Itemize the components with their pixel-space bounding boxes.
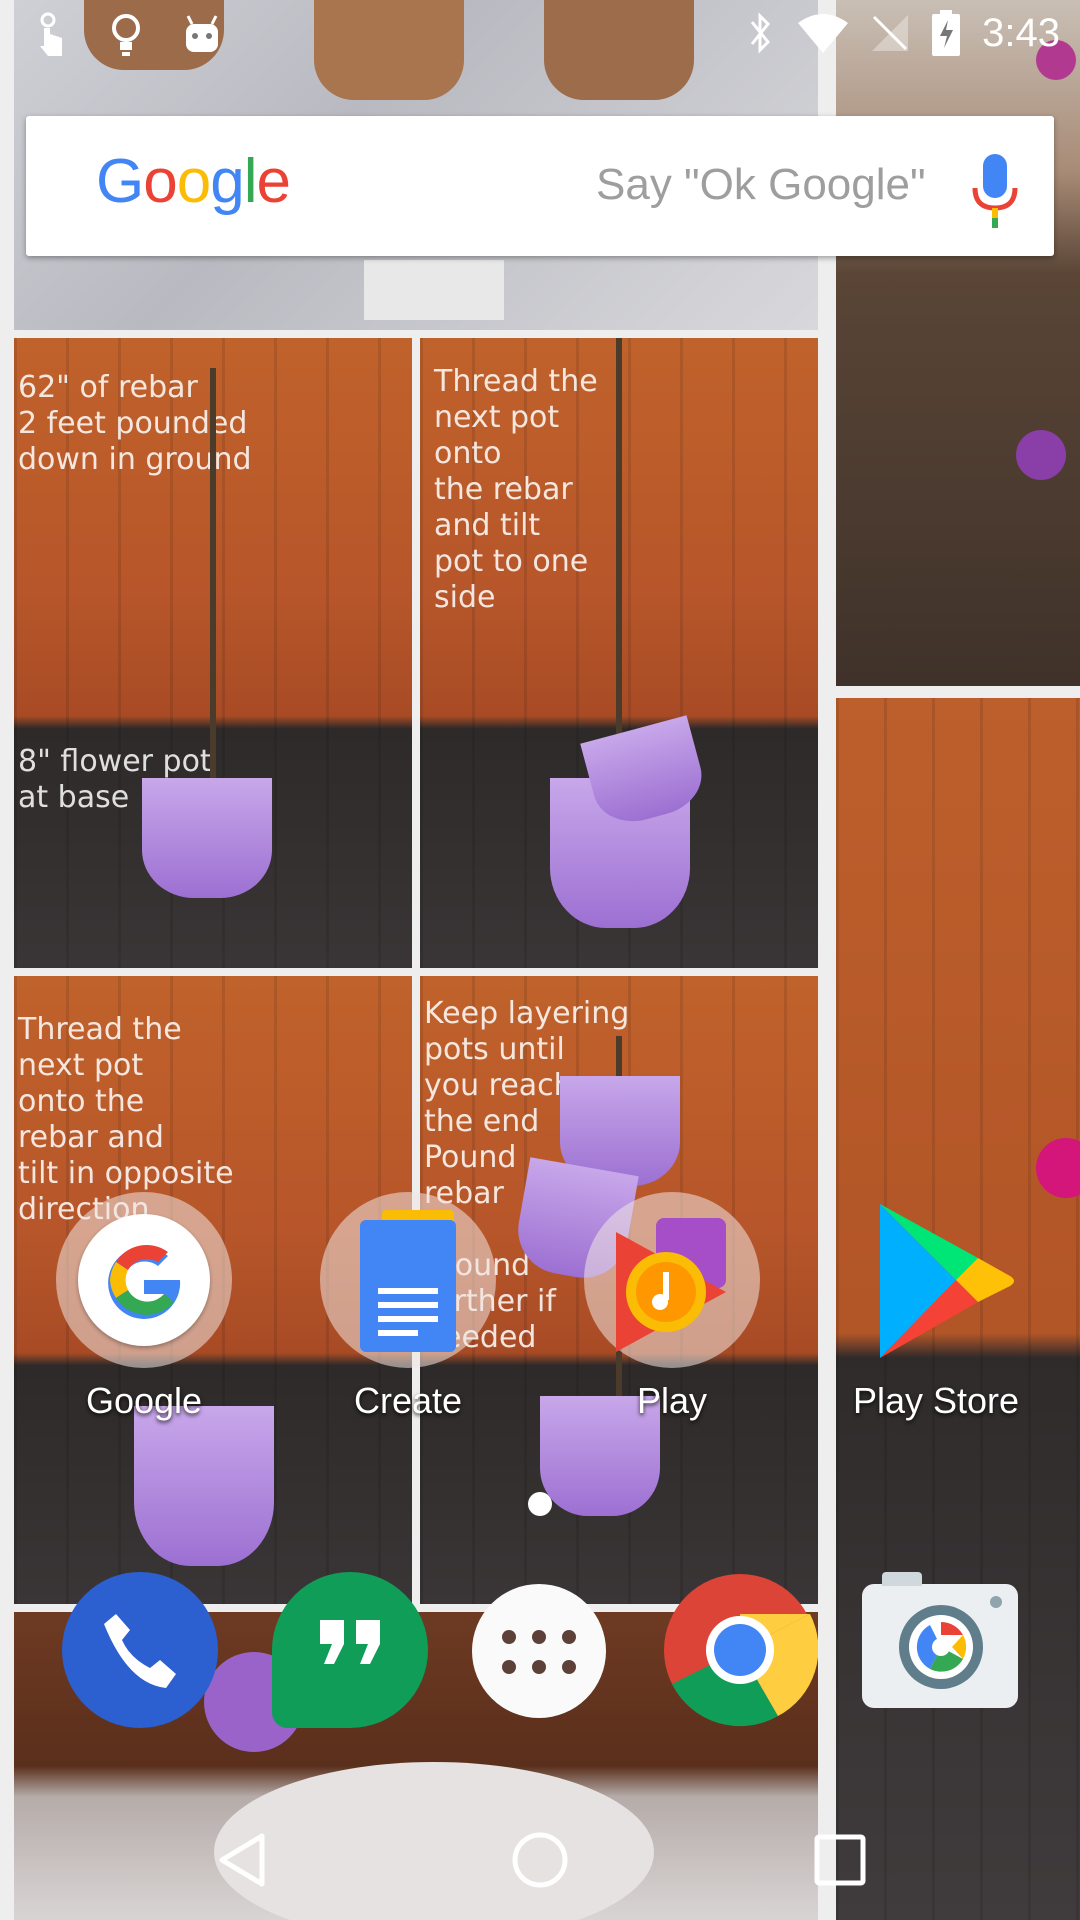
wifi-icon	[798, 14, 849, 53]
play-folder[interactable]: Play	[562, 1192, 782, 1422]
touch-icon	[40, 12, 62, 56]
wallpaper-tile-step2: Thread the next pot onto the rebar and t…	[420, 338, 818, 968]
status-bar[interactable]: 3:43	[0, 0, 1080, 72]
chrome-app[interactable]	[662, 1572, 819, 1728]
app-label-create: Create	[353, 1380, 463, 1421]
chrome-icon	[664, 1574, 819, 1727]
wallpaper-tile-step1: 62" of rebar 2 feet pounded down in grou…	[14, 338, 412, 968]
google-folder[interactable]: Google	[34, 1192, 254, 1422]
no-signal-icon	[872, 15, 909, 51]
clock: 3:43	[982, 10, 1060, 55]
google-folder-icon	[56, 1192, 232, 1368]
play-store-icon	[848, 1192, 1024, 1368]
camera-icon	[899, 1605, 983, 1689]
app-label-play-store: Play Store	[852, 1380, 1020, 1421]
hangouts-icon	[320, 1620, 380, 1664]
page-indicator	[528, 1492, 552, 1516]
camera-app[interactable]	[862, 1572, 1018, 1708]
phone-app[interactable]	[62, 1572, 218, 1728]
navigation-bar	[0, 1800, 1080, 1920]
phone-icon	[104, 1614, 176, 1688]
bluetooth-icon	[750, 12, 771, 54]
app-label-play: Play	[636, 1380, 708, 1421]
app-drawer-button[interactable]	[472, 1584, 606, 1718]
lightbulb-icon	[112, 14, 140, 56]
back-icon[interactable]	[212, 1830, 272, 1890]
android-icon	[186, 15, 218, 52]
app-label-google: Google	[85, 1380, 203, 1421]
wallpaper-tile-right-top	[836, 0, 1080, 686]
search-hint: Say "Ok Google"	[596, 160, 926, 209]
app-drawer-icon	[502, 1630, 576, 1674]
create-folder[interactable]: Create	[298, 1192, 518, 1422]
hangouts-app[interactable]	[272, 1572, 428, 1728]
google-logo: Google	[96, 147, 291, 216]
google-search-bar[interactable]: Google Say "Ok Google"	[26, 116, 1054, 256]
play-store-app[interactable]: Play Store	[826, 1192, 1046, 1422]
home-icon[interactable]	[510, 1830, 570, 1890]
play-folder-icon	[584, 1192, 760, 1368]
battery-charging-icon	[932, 10, 961, 56]
mic-icon[interactable]	[970, 152, 1020, 232]
docs-folder-icon	[320, 1192, 496, 1368]
recents-icon[interactable]	[814, 1834, 866, 1886]
